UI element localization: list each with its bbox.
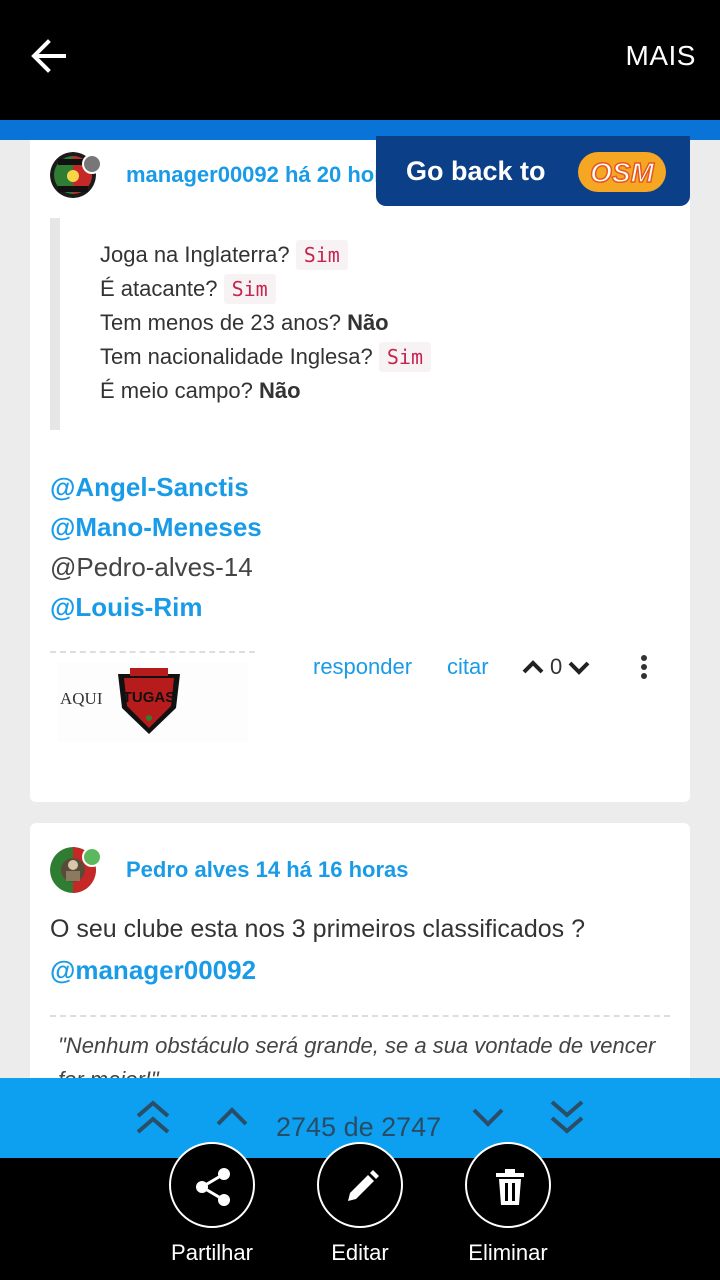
quote-line: Tem nacionalidade Inglesa? Sim [100, 340, 670, 374]
last-page-icon[interactable] [548, 1098, 586, 1139]
signature-divider [50, 651, 255, 653]
share-button[interactable] [169, 1142, 255, 1228]
quote-question: Joga na Inglaterra? [100, 242, 290, 267]
back-arrow-icon[interactable] [28, 36, 68, 76]
blockquote: Joga na Inglaterra? Sim É atacante? Sim … [50, 218, 670, 430]
vote-controls: 0 [520, 654, 592, 680]
quote-answer: Não [258, 378, 301, 403]
osm-badge-text: Go back to [406, 156, 546, 186]
quote-answer: Sim [223, 274, 276, 304]
previous-post-icon[interactable] [214, 1106, 250, 1133]
signature-image: AQUI TUGAS [58, 662, 248, 742]
osm-logo-text: OSM [590, 157, 654, 188]
share-label: Partilhar [171, 1240, 253, 1265]
upvote-icon[interactable] [520, 654, 546, 680]
signature-divider [50, 1015, 670, 1017]
quote-line: É meio campo? Não [100, 374, 670, 408]
osm-logo-icon: OSM [578, 152, 666, 192]
post-author[interactable]: manager00092 há 20 horas [126, 162, 407, 188]
mention-link[interactable]: @Angel-Sanctis [50, 472, 249, 503]
quote-question: É atacante? [100, 276, 218, 301]
quote-question: Tem menos de 23 anos? [100, 310, 341, 335]
post-author[interactable]: Pedro alves 14 há 16 horas [126, 857, 409, 883]
edit-label: Editar [331, 1240, 389, 1265]
signature-image-text: AQUI [60, 689, 103, 708]
app-bar: MAIS [0, 0, 720, 120]
quote-line: É atacante? Sim [100, 272, 670, 306]
post-counter: 2745 de 2747 [276, 1112, 442, 1142]
quote-question: É meio campo? [100, 378, 253, 403]
mention-link[interactable]: @manager00092 [50, 955, 256, 986]
reply-link[interactable]: responder [313, 654, 412, 680]
more-button[interactable]: MAIS [626, 40, 696, 72]
quote-answer: Sim [378, 342, 431, 372]
trash-icon [496, 1169, 524, 1205]
share-icon [196, 1168, 230, 1206]
delete-button[interactable] [465, 1142, 551, 1228]
post-card: Pedro alves 14 há 16 horas O seu clube e… [30, 823, 690, 1092]
quote-answer: Sim [295, 240, 348, 270]
go-back-to-osm-button[interactable]: Go back to OSM [376, 136, 690, 206]
signature-logo-text: TUGAS [123, 689, 176, 706]
post-card: manager00092 há 20 horas Joga na Inglate… [30, 140, 690, 802]
downvote-icon[interactable] [566, 654, 592, 680]
quote-line: Joga na Inglaterra? Sim [100, 238, 670, 272]
status-online-dot [82, 847, 102, 867]
more-options-icon[interactable] [638, 654, 650, 682]
edit-button[interactable] [317, 1142, 403, 1228]
quote-line: Tem menos de 23 anos? Não [100, 306, 670, 340]
next-post-icon[interactable] [470, 1106, 506, 1133]
vote-count: 0 [550, 654, 563, 679]
status-offline-dot [82, 154, 102, 174]
quote-question: Tem nacionalidade Inglesa? [100, 344, 373, 369]
mention-text: @Pedro-alves-14 [50, 552, 253, 582]
quote-answer: Não [347, 310, 389, 335]
mention-link[interactable]: @Mano-Meneses [50, 512, 262, 543]
delete-label: Eliminar [468, 1240, 548, 1265]
quote-link[interactable]: citar [447, 654, 489, 680]
first-page-icon[interactable] [134, 1100, 172, 1141]
mention-link[interactable]: @Louis-Rim [50, 592, 202, 623]
pencil-icon [348, 1170, 379, 1201]
post-body-text: O seu clube esta nos 3 primeiros classif… [50, 915, 585, 943]
